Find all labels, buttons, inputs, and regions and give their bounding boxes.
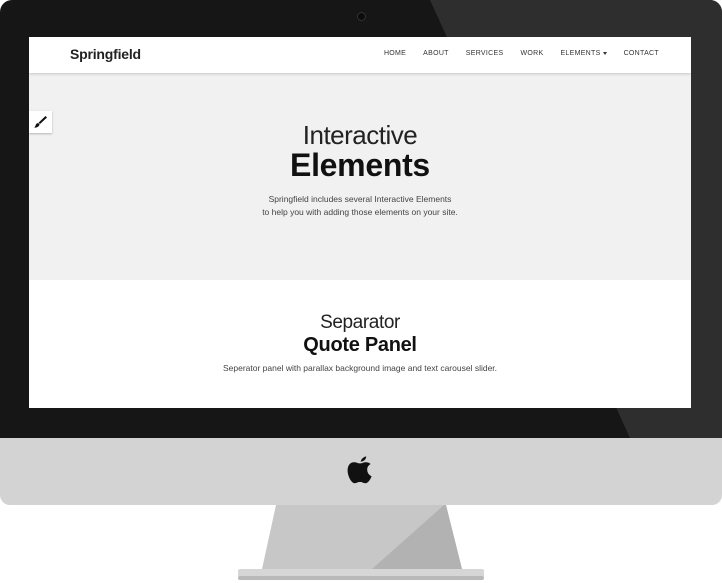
navbar: Springfield HOME ABOUT SERVICES WORK ELE… <box>29 37 691 73</box>
apple-logo-icon <box>347 456 372 484</box>
section-title-bold: Quote Panel <box>303 334 417 356</box>
nav-item-home[interactable]: HOME <box>384 50 406 57</box>
nav-item-services[interactable]: SERVICES <box>466 50 504 57</box>
nav-item-about[interactable]: ABOUT <box>423 50 449 57</box>
nav-item-work[interactable]: WORK <box>520 50 543 57</box>
hero-section: Interactive Elements Springfield include… <box>29 73 691 280</box>
hero-description: Springfield includes several Interactive… <box>29 193 691 219</box>
section-description: Seperator panel with parallax background… <box>222 363 498 373</box>
nav-item-elements-label: ELEMENTS <box>560 50 601 57</box>
hero-title-bold: Elements <box>290 147 430 183</box>
brand-logo[interactable]: Springfield <box>70 46 141 62</box>
nav-item-contact[interactable]: CONTACT <box>624 50 659 57</box>
monitor-stand <box>238 505 484 580</box>
nav-menu: HOME ABOUT SERVICES WORK ELEMENTS CONTAC… <box>367 50 659 57</box>
section-title-light: Separator <box>320 312 400 333</box>
webcam <box>357 12 366 21</box>
nav-item-elements[interactable]: ELEMENTS <box>560 50 607 57</box>
hero-description-line-2: to help you with adding those elements o… <box>262 207 458 217</box>
caret-down-icon <box>602 51 607 55</box>
monitor-bezel: Interactive Elements Springfield include… <box>0 0 722 438</box>
screen: Interactive Elements Springfield include… <box>29 37 691 408</box>
hero-description-line-1: Springfield includes several Interactive… <box>268 194 452 204</box>
